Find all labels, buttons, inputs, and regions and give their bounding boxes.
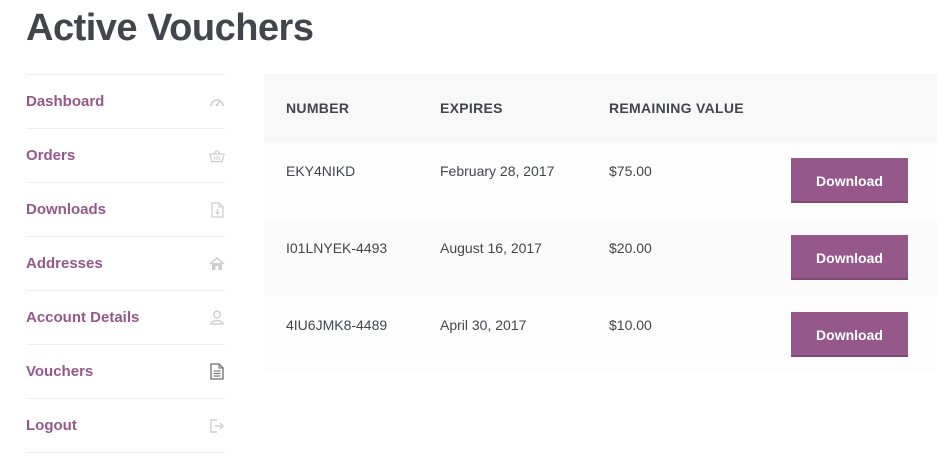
voucher-action-cell: Download [757,296,937,373]
dashboard-icon [209,94,225,110]
voucher-expires-cell: August 16, 2017 [418,219,587,296]
table-row: I01LNYEK-4493 August 16, 2017 $20.00 Dow… [264,219,937,296]
sidebar-item-dashboard[interactable]: Dashboard [26,75,225,129]
voucher-remaining-value: $20.00 [609,240,652,256]
download-button[interactable]: Download [791,235,908,280]
voucher-number: 4IU6JMK8-4489 [286,317,388,333]
voucher-remaining-value: $10.00 [609,317,652,333]
voucher-action-cell: Download [757,219,937,296]
user-icon [209,310,225,326]
vouchers-table: NUMBER EXPIRES REMAINING VALUE EKY4NIKD … [264,74,937,373]
download-button[interactable]: Download [791,312,908,357]
vouchers-content: NUMBER EXPIRES REMAINING VALUE EKY4NIKD … [264,74,937,373]
voucher-remaining-cell: $20.00 [587,219,757,296]
column-header-actions [757,74,937,142]
sidebar-item-logout[interactable]: Logout [26,399,225,453]
sidebar-item-vouchers[interactable]: Vouchers [26,345,225,399]
sidebar-item-orders[interactable]: Orders [26,129,225,183]
sign-out-icon [209,418,225,434]
sidebar-item-label: Logout [26,417,77,434]
page-title: Active Vouchers [26,7,314,49]
basket-icon [209,148,225,164]
column-header-number: NUMBER [264,74,418,142]
voucher-expiry-date: August 16, 2017 [440,240,542,256]
table-header: NUMBER EXPIRES REMAINING VALUE [264,74,937,142]
sidebar-item-label: Addresses [26,255,103,272]
sidebar-item-label: Orders [26,147,76,164]
page: Active Vouchers Dashboard Orders Downloa… [0,0,950,464]
sidebar-item-account-details[interactable]: Account Details [26,291,225,345]
file-download-icon [209,201,225,218]
voucher-number-cell: EKY4NIKD [264,142,418,219]
voucher-number-cell: I01LNYEK-4493 [264,219,418,296]
voucher-expires-cell: February 28, 2017 [418,142,587,219]
voucher-remaining-cell: $10.00 [587,296,757,373]
table-row: 4IU6JMK8-4489 April 30, 2017 $10.00 Down… [264,296,937,373]
download-button[interactable]: Download [791,158,908,203]
home-icon [209,256,225,272]
document-icon [209,363,225,380]
sidebar-item-downloads[interactable]: Downloads [26,183,225,237]
voucher-action-cell: Download [757,142,937,219]
table-row: EKY4NIKD February 28, 2017 $75.00 Downlo… [264,142,937,219]
voucher-remaining-value: $75.00 [609,163,652,179]
voucher-expiry-date: April 30, 2017 [440,317,527,333]
voucher-expiry-date: February 28, 2017 [440,163,555,179]
voucher-number: EKY4NIKD [286,163,356,179]
sidebar-item-label: Dashboard [26,93,105,110]
sidebar-item-label: Downloads [26,201,107,218]
voucher-remaining-cell: $75.00 [587,142,757,219]
voucher-number-cell: 4IU6JMK8-4489 [264,296,418,373]
sidebar-item-label: Vouchers [26,363,94,380]
voucher-expires-cell: April 30, 2017 [418,296,587,373]
column-header-remaining-value: REMAINING VALUE [587,74,757,142]
account-navigation: Dashboard Orders Downloads Addresses Acc… [26,74,225,453]
sidebar-item-label: Account Details [26,309,140,326]
sidebar-item-addresses[interactable]: Addresses [26,237,225,291]
column-header-expires: EXPIRES [418,74,587,142]
voucher-number: I01LNYEK-4493 [286,240,388,256]
